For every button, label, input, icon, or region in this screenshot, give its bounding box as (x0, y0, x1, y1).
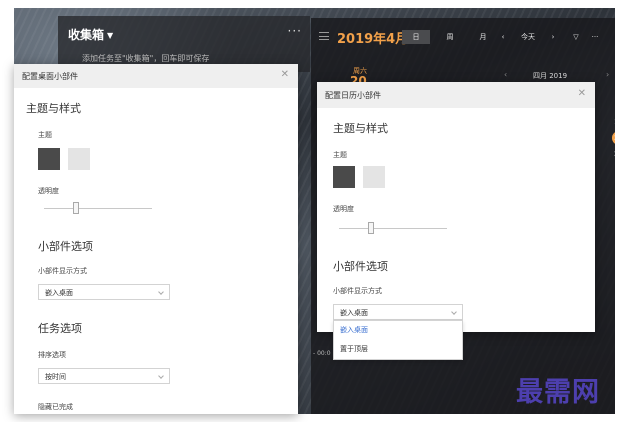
prev-arrow-icon[interactable]: ‹ (498, 30, 508, 44)
dialog-titlebar: 配置桌面小部件 ✕ (14, 64, 298, 88)
chevron-down-icon (158, 373, 164, 379)
display-mode-value: 嵌入桌面 (340, 309, 368, 317)
mini-day-cell[interactable]: 6 (607, 98, 615, 114)
theme-dark-swatch[interactable] (38, 148, 60, 170)
mini-day-cell[interactable]: 4 (607, 162, 615, 178)
task-options-section-title: 任务选项 (38, 322, 82, 335)
opacity-label: 透明度 (333, 205, 354, 213)
today-marker: 20 (612, 131, 615, 145)
mini-day-cell[interactable]: 11 (607, 178, 616, 194)
inbox-title-label: 收集箱 (68, 28, 105, 42)
add-task-input[interactable]: 添加任务至"收集箱"，回车即可保存 (82, 53, 209, 64)
mini-month-title: 四月 2019 (533, 72, 568, 80)
mini-day-cell[interactable]: 27 (607, 146, 615, 162)
view-week-button[interactable]: 周 (439, 30, 461, 44)
desktop-widget-config-dialog: 配置桌面小部件 ✕ 主题与样式 主题 透明度 小部件选项 小部件显示方式 嵌入桌… (14, 64, 298, 414)
calendar-month-title: 2019年4月 (337, 32, 409, 47)
theme-light-swatch[interactable] (363, 166, 385, 188)
theme-section-title: 主题与样式 (333, 122, 388, 135)
theme-dark-swatch[interactable] (333, 166, 355, 188)
chevron-down-icon (158, 289, 164, 295)
today-button[interactable]: 今天 (514, 30, 542, 44)
display-mode-select[interactable]: 嵌入桌面 (38, 284, 170, 300)
widget-options-section-title: 小部件选项 (38, 240, 93, 253)
theme-light-swatch[interactable] (68, 148, 90, 170)
hide-completed-label[interactable]: 隐藏已完成 (38, 402, 73, 412)
theme-section-title: 主题与样式 (26, 102, 81, 115)
mini-calendar-column: 6 13 20 27 4 11 (607, 98, 615, 194)
inbox-title[interactable]: 收集箱 ▼ (68, 26, 113, 43)
display-mode-dropdown: 嵌入桌面 置于顶层 (333, 320, 463, 360)
sort-value: 按时间 (45, 373, 66, 381)
opacity-label: 透明度 (38, 187, 59, 195)
mini-day-cell-today[interactable]: 20 (607, 130, 615, 146)
dialog-titlebar: 配置日历小部件 ✕ (317, 82, 595, 108)
opacity-slider-track[interactable] (339, 228, 447, 229)
more-menu-button[interactable]: ··· (288, 24, 302, 38)
theme-label: 主题 (38, 131, 52, 139)
caret-down-icon: ▼ (107, 31, 114, 40)
watermark-logo: 最需网 (516, 377, 600, 408)
chevron-down-icon (451, 309, 457, 315)
filter-icon[interactable]: ▽ (569, 30, 583, 44)
view-month-button[interactable]: 月 (472, 30, 494, 44)
widget-options-section-title: 小部件选项 (333, 260, 388, 273)
display-mode-label: 小部件显示方式 (38, 267, 87, 275)
display-mode-select[interactable]: 嵌入桌面 (333, 304, 463, 320)
display-mode-value: 嵌入桌面 (45, 289, 73, 297)
close-icon[interactable]: ✕ (578, 88, 586, 99)
sort-label: 排序选项 (38, 351, 66, 359)
opacity-slider-thumb[interactable] (368, 222, 375, 234)
mini-day-cell[interactable]: 13 (607, 114, 615, 130)
mini-prev-icon[interactable]: ‹ (504, 70, 507, 79)
more-icon[interactable]: ··· (587, 30, 603, 44)
calendar-widget-config-dialog: 配置日历小部件 ✕ 主题与样式 主题 透明度 小部件选项 小部件显示方式 嵌入桌… (317, 82, 595, 332)
time-label: - 00:0 (313, 350, 331, 357)
opacity-slider-thumb[interactable] (73, 202, 80, 214)
dialog-title: 配置桌面小部件 (22, 72, 78, 81)
view-day-button[interactable]: 日 (402, 30, 430, 44)
opacity-slider-track[interactable] (44, 208, 152, 209)
theme-label: 主题 (333, 151, 347, 159)
close-icon[interactable]: ✕ (281, 69, 289, 80)
next-arrow-icon[interactable]: › (548, 30, 558, 44)
dialog-title: 配置日历小部件 (325, 91, 381, 100)
dropdown-option-always-on-top[interactable]: 置于顶层 (334, 340, 462, 359)
sort-select[interactable]: 按时间 (38, 368, 170, 384)
dropdown-option-embed-desktop[interactable]: 嵌入桌面 (334, 321, 462, 340)
display-mode-label: 小部件显示方式 (333, 287, 382, 295)
hamburger-menu-icon[interactable] (319, 32, 329, 40)
mini-next-icon[interactable]: › (606, 70, 609, 79)
